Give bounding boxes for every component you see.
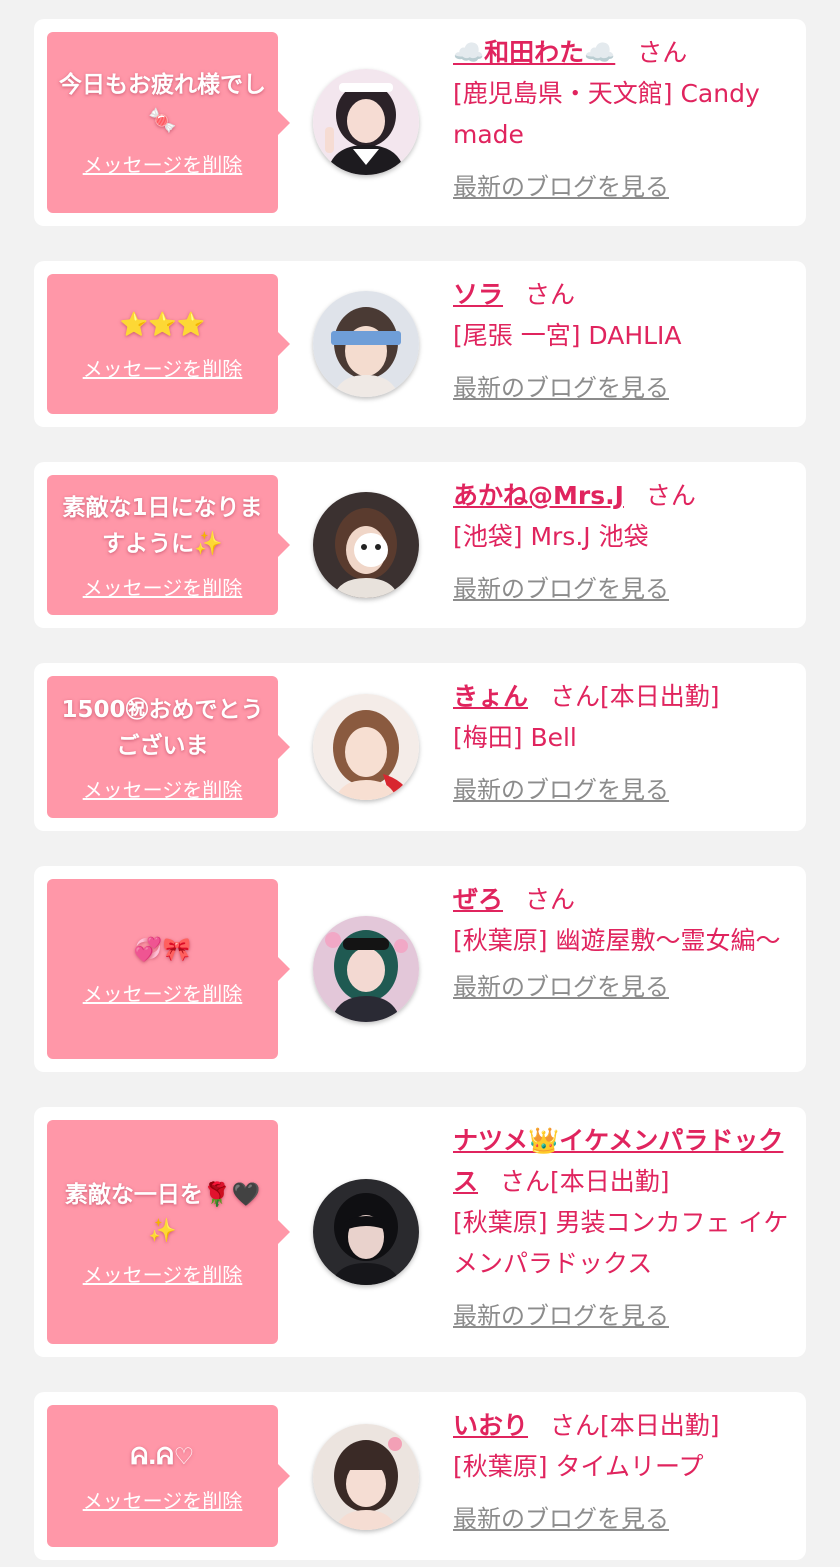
- avatar-photo-icon: [313, 69, 419, 175]
- message-text: 💞🎀: [133, 936, 192, 963]
- message-bubble: 素敵な一日を🌹🖤✨ メッセージを削除: [47, 1120, 290, 1344]
- cast-info: きょん さん[本日出勤] [梅田] Bell 最新のブログを見る: [453, 676, 793, 811]
- message-card: ⭐⭐⭐ メッセージを削除 ソラ さん [尾張 一宮] DAHLIA 最新のブログを…: [34, 261, 806, 427]
- delete-message-link[interactable]: メッセージを削除: [83, 978, 243, 1007]
- delete-message-link[interactable]: メッセージを削除: [83, 353, 243, 382]
- shop-name: [池袋] Mrs.J 池袋: [453, 522, 649, 551]
- message-text: 素敵な一日を🌹🖤✨: [64, 1181, 261, 1244]
- avatar-photo-icon: [313, 291, 419, 397]
- message-card: ᕱ.ᕱ♡ メッセージを削除 いおり さん[本日出勤] [秋葉原] タイムリープ 最…: [34, 1392, 806, 1560]
- shop-name: [秋葉原] 幽遊屋敷〜霊女編〜: [453, 926, 781, 955]
- honorific: さん: [550, 1411, 601, 1440]
- delete-message-link[interactable]: メッセージを削除: [83, 1485, 243, 1514]
- avatar[interactable]: [313, 694, 419, 800]
- shop-name: [尾張 一宮] DAHLIA: [453, 321, 682, 350]
- message-card: 素敵な一日を🌹🖤✨ メッセージを削除 ナツメ👑イケメンパラドックス さん[本日出勤…: [34, 1107, 806, 1357]
- cast-info: ぜろ さん [秋葉原] 幽遊屋敷〜霊女編〜 最新のブログを見る: [453, 879, 793, 1008]
- avatar-photo-icon: [313, 492, 419, 598]
- cast-info: あかね@Mrs.J さん [池袋] Mrs.J 池袋 最新のブログを見る: [453, 475, 793, 610]
- today-working-badge: [本日出勤]: [600, 1411, 720, 1440]
- message-bubble: 1500㊗おめでとうございま メッセージを削除: [47, 676, 290, 818]
- delete-message-link[interactable]: メッセージを削除: [83, 774, 243, 803]
- message-bubble: ⭐⭐⭐ メッセージを削除: [47, 274, 290, 414]
- cast-name-link[interactable]: あかね@Mrs.J: [453, 481, 624, 510]
- latest-blog-link[interactable]: 最新のブログを見る: [453, 569, 793, 610]
- today-working-badge: [本日出勤]: [600, 682, 720, 711]
- delete-message-link[interactable]: メッセージを削除: [83, 1259, 243, 1288]
- message-text: 今日もお疲れ様でし🍬: [59, 72, 266, 134]
- message-card: 💞🎀 メッセージを削除 ぜろ さん [秋葉原] 幽遊屋敷〜霊女編〜 最新のブログを…: [34, 866, 806, 1072]
- cast-name-link[interactable]: ソラ: [453, 280, 503, 309]
- delete-message-link[interactable]: メッセージを削除: [83, 149, 243, 178]
- message-card: 今日もお疲れ様でし🍬 メッセージを削除 ☁️和田わた☁️ さん [鹿児島県・天文館…: [34, 19, 806, 226]
- avatar[interactable]: [313, 916, 419, 1022]
- message-card: 1500㊗おめでとうございま メッセージを削除 きょん さん[本日出勤] [梅田]…: [34, 663, 806, 831]
- avatar[interactable]: [313, 291, 419, 397]
- shop-name: [鹿児島県・天文館] Candy made: [453, 79, 760, 149]
- delete-message-link[interactable]: メッセージを削除: [83, 572, 243, 601]
- cast-name-link[interactable]: いおり: [453, 1411, 528, 1440]
- shop-name: [梅田] Bell: [453, 723, 577, 752]
- avatar-photo-icon: [313, 1179, 419, 1285]
- cast-info: ナツメ👑イケメンパラドックス さん[本日出勤] [秋葉原] 男装コンカフェ イケメ…: [453, 1120, 793, 1337]
- latest-blog-link[interactable]: 最新のブログを見る: [453, 368, 793, 409]
- cast-info: ソラ さん [尾張 一宮] DAHLIA 最新のブログを見る: [453, 274, 793, 409]
- cast-info: ☁️和田わた☁️ さん [鹿児島県・天文館] Candy made 最新のブログを…: [453, 32, 793, 208]
- latest-blog-link[interactable]: 最新のブログを見る: [453, 1296, 793, 1337]
- latest-blog-link[interactable]: 最新のブログを見る: [453, 167, 793, 208]
- avatar[interactable]: [313, 1179, 419, 1285]
- message-bubble: 💞🎀 メッセージを削除: [47, 879, 290, 1059]
- message-text: ⭐⭐⭐: [119, 311, 206, 338]
- honorific: さん: [645, 481, 696, 510]
- avatar[interactable]: [313, 492, 419, 598]
- today-working-badge: [本日出勤]: [550, 1167, 670, 1196]
- honorific: さん: [637, 38, 688, 67]
- message-bubble: ᕱ.ᕱ♡ メッセージを削除: [47, 1405, 290, 1547]
- message-text: 1500㊗おめでとうございま: [61, 696, 264, 759]
- cast-name-link[interactable]: ☁️和田わた☁️: [453, 38, 615, 67]
- honorific: さん: [525, 885, 576, 914]
- message-bubble: 今日もお疲れ様でし🍬 メッセージを削除: [47, 32, 290, 213]
- cast-name-link[interactable]: きょん: [453, 682, 528, 711]
- shop-name: [秋葉原] タイムリープ: [453, 1452, 704, 1481]
- latest-blog-link[interactable]: 最新のブログを見る: [453, 967, 793, 1008]
- avatar-photo-icon: [313, 694, 419, 800]
- avatar[interactable]: [313, 69, 419, 175]
- cast-info: いおり さん[本日出勤] [秋葉原] タイムリープ 最新のブログを見る: [453, 1405, 793, 1540]
- avatar-photo-icon: [313, 916, 419, 1022]
- latest-blog-link[interactable]: 最新のブログを見る: [453, 1499, 793, 1540]
- message-bubble: 素敵な1日になりますように✨ メッセージを削除: [47, 475, 290, 615]
- message-card: 素敵な1日になりますように✨ メッセージを削除 あかね@Mrs.J さん [池袋]…: [34, 462, 806, 628]
- message-text: 素敵な1日になりますように✨: [62, 494, 263, 557]
- message-text: ᕱ.ᕱ♡: [130, 1443, 195, 1470]
- avatar[interactable]: [313, 1424, 419, 1530]
- cast-name-link[interactable]: ぜろ: [453, 885, 503, 914]
- honorific: さん: [500, 1167, 551, 1196]
- latest-blog-link[interactable]: 最新のブログを見る: [453, 770, 793, 811]
- avatar-photo-icon: [313, 1424, 419, 1530]
- honorific: さん: [550, 682, 601, 711]
- honorific: さん: [525, 280, 576, 309]
- shop-name: [秋葉原] 男装コンカフェ イケメンパラドックス: [453, 1208, 789, 1278]
